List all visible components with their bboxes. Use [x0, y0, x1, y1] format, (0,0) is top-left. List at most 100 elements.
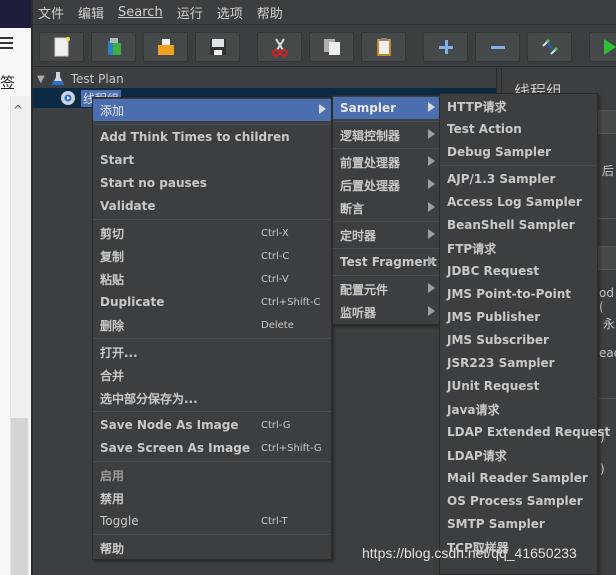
start-button[interactable] [589, 32, 616, 62]
sampler-item-debug-sampler[interactable]: Debug Sampler [440, 141, 597, 163]
submenu-item-post-processor[interactable]: 后置处理器 [333, 174, 440, 196]
menu-item-disable[interactable]: 禁用 [93, 487, 331, 509]
menu-options[interactable]: 选项 [217, 3, 243, 22]
sampler-item-ftp[interactable]: FTP请求 [440, 237, 597, 259]
sampler-item-jdbc[interactable]: JDBC Request [440, 260, 597, 282]
menu-item-add-think-times[interactable]: Add Think Times to children [93, 126, 331, 148]
sampler-item-mail-reader[interactable]: Mail Reader Sampler [440, 467, 597, 489]
sampler-item-test-action[interactable]: Test Action [440, 118, 597, 140]
menu-file[interactable]: 文件 [38, 3, 64, 22]
submenu-item-pre-processor[interactable]: 前置处理器 [333, 151, 440, 173]
partial-label-6: ) [600, 462, 605, 476]
hamburger-menu-icon[interactable] [0, 34, 14, 50]
scrollbar-thumb[interactable] [11, 418, 28, 575]
menu-item-enable[interactable]: 启用 [93, 464, 331, 486]
copy-icon [323, 39, 340, 55]
submenu-item-assertion[interactable]: 断言 [333, 197, 440, 219]
submenu-arrow-icon [428, 283, 435, 293]
sampler-item-http-request[interactable]: HTTP请求 [440, 95, 597, 117]
menu-item-paste[interactable]: 粘贴 Ctrl-V [93, 268, 331, 290]
scroll-up-icon[interactable]: ^ [13, 103, 23, 117]
open-folder-icon [157, 39, 174, 55]
menu-item-duplicate[interactable]: Duplicate Ctrl+Shift-C [93, 291, 331, 313]
menu-item-save-selection-as[interactable]: 选中部分保存为... [93, 387, 331, 409]
sampler-item-ldap-extended[interactable]: LDAP Extended Request [440, 421, 610, 443]
divider [598, 218, 616, 219]
sampler-item-junit[interactable]: JUnit Request [440, 375, 597, 397]
menu-item-toggle[interactable]: Toggle Ctrl-T [93, 510, 331, 532]
submenu-item-test-fragment[interactable]: Test Fragment [333, 251, 440, 273]
menu-separator [93, 219, 331, 220]
menu-item-delete[interactable]: 删除 Delete [93, 314, 331, 336]
menu-item-label: OS Process Sampler [447, 494, 583, 508]
menu-item-label: FTP请求 [447, 241, 497, 256]
menu-separator [440, 165, 597, 166]
save-disk-icon [209, 39, 226, 55]
cut-button[interactable] [257, 32, 302, 62]
sampler-item-ajp[interactable]: AJP/1.3 Sampler [440, 168, 597, 190]
menu-item-merge[interactable]: 合并 [93, 364, 331, 386]
menu-item-save-node-as-image[interactable]: Save Node As Image Ctrl-G [93, 414, 331, 436]
menu-item-label: 禁用 [100, 491, 125, 506]
menu-item-save-screen-as-image[interactable]: Save Screen As Image Ctrl+Shift-G [93, 437, 331, 459]
sampler-item-jms-publisher[interactable]: JMS Publisher [440, 306, 597, 328]
menu-separator [93, 338, 331, 339]
menu-item-open[interactable]: 打开... [93, 341, 331, 363]
submenu-arrow-icon [428, 102, 435, 112]
copy-button[interactable] [309, 32, 354, 62]
menu-item-label: Validate [100, 199, 156, 213]
settings-field[interactable] [598, 246, 616, 270]
expand-triangle-icon[interactable]: ▼ [37, 74, 45, 85]
submenu-item-timer[interactable]: 定时器 [333, 224, 440, 246]
sampler-item-jms-p2p[interactable]: JMS Point-to-Point [440, 283, 597, 305]
menu-item-start[interactable]: Start [93, 149, 331, 171]
menu-item-label: 断言 [340, 201, 365, 216]
menu-item-label: Access Log Sampler [447, 195, 582, 209]
sampler-item-beanshell[interactable]: BeanShell Sampler [440, 214, 597, 236]
menu-item-label: JSR223 Sampler [447, 356, 555, 370]
sampler-item-jms-subscriber[interactable]: JMS Subscriber [440, 329, 597, 351]
name-field[interactable] [598, 110, 616, 134]
clipboard-icon [376, 38, 391, 56]
menu-item-label: Mail Reader Sampler [447, 471, 588, 485]
templates-button[interactable] [91, 32, 136, 62]
menu-item-label: 合并 [100, 368, 125, 383]
new-button[interactable] [39, 32, 84, 62]
menu-item-label: Duplicate [100, 295, 165, 309]
menu-item-label: 前置处理器 [340, 155, 401, 170]
menu-edit[interactable]: 编辑 [78, 3, 104, 22]
collapse-all-button[interactable] [475, 32, 520, 62]
menu-item-copy[interactable]: 复制 Ctrl-C [93, 245, 331, 267]
menu-item-label: JMS Subscriber [447, 333, 549, 347]
submenu-item-logic-controller[interactable]: 逻辑控制器 [333, 124, 440, 146]
menu-separator [333, 275, 440, 276]
sampler-item-os-process[interactable]: OS Process Sampler [440, 490, 597, 512]
sampler-item-ldap[interactable]: LDAP请求 [440, 444, 597, 466]
scissors-icon [271, 38, 288, 57]
sampler-item-smtp[interactable]: SMTP Sampler [440, 513, 597, 535]
sampler-item-java[interactable]: Java请求 [440, 398, 597, 420]
toggle-button[interactable] [527, 32, 572, 62]
menu-item-validate[interactable]: Validate [93, 195, 331, 217]
menu-search[interactable]: Search [118, 5, 163, 20]
paste-button[interactable] [361, 32, 406, 62]
menu-help[interactable]: 帮助 [257, 3, 283, 22]
open-button[interactable] [143, 32, 188, 62]
menu-item-start-no-pauses[interactable]: Start no pauses [93, 172, 331, 194]
submenu-item-sampler[interactable]: Sampler [333, 97, 440, 119]
sampler-item-jsr223[interactable]: JSR223 Sampler [440, 352, 597, 374]
submenu-item-listener[interactable]: 监听器 [333, 301, 440, 323]
menu-item-label: JMS Publisher [447, 310, 541, 324]
expand-all-button[interactable] [423, 32, 468, 62]
menu-item-cut[interactable]: 剪切 Ctrl-X [93, 222, 331, 244]
save-button[interactable] [195, 32, 240, 62]
sampler-item-access-log[interactable]: Access Log Sampler [440, 191, 597, 213]
menu-item-help[interactable]: 帮助 [93, 537, 331, 559]
add-submenu: Sampler 逻辑控制器 前置处理器 后置处理器 断言 定时器 Test Fr… [332, 95, 441, 325]
menu-separator [93, 534, 331, 535]
submenu-item-config-element[interactable]: 配置元件 [333, 278, 440, 300]
menu-run[interactable]: 运行 [177, 3, 203, 22]
menu-item-label: Save Screen As Image [100, 441, 250, 455]
tree-node-test-plan[interactable]: ▼ Test Plan [37, 70, 124, 88]
menu-item-add[interactable]: 添加 [93, 99, 331, 121]
